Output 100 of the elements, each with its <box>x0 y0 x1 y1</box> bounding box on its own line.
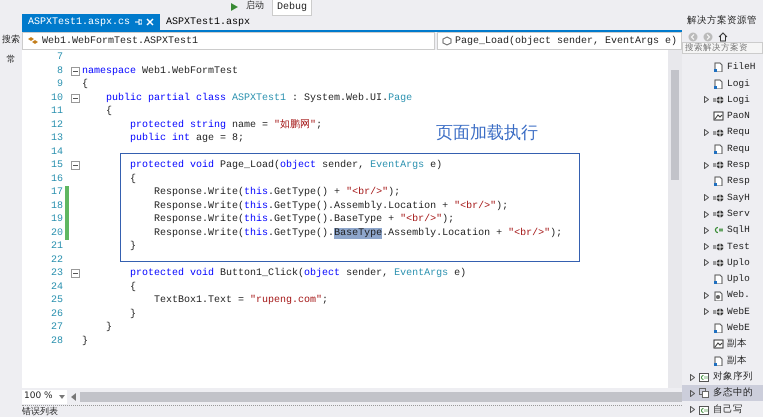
web-form-icon <box>713 209 724 220</box>
page-icon <box>713 356 724 366</box>
config-file-icon <box>713 290 724 301</box>
line-number: 23 <box>50 267 64 282</box>
csharp-project-icon <box>699 372 710 382</box>
line-number: 27 <box>50 321 64 336</box>
tree-item[interactable]: 副本 <box>682 352 763 369</box>
tree-item[interactable]: Serv <box>682 206 763 222</box>
annotation-text: 页面加载执行 <box>436 122 538 145</box>
collapse-icon[interactable] <box>71 94 80 103</box>
collapse-icon[interactable] <box>71 161 80 170</box>
code-line: Response.Write(this.GetType().BaseType + "<br/>"); <box>153 212 454 228</box>
tree-item[interactable]: Logi <box>682 76 763 92</box>
tree-item[interactable]: PaoN <box>682 108 763 124</box>
side-tab-label[interactable]: 常 <box>6 54 16 67</box>
page-icon <box>713 78 724 89</box>
method-icon <box>442 36 452 46</box>
line-number: 21 <box>50 240 64 254</box>
line-number: 22 <box>50 254 64 268</box>
line-number: 25 <box>50 294 64 308</box>
tree-item[interactable]: 副本 <box>682 336 763 353</box>
line-number: 18 <box>50 200 64 214</box>
collapse-icon[interactable] <box>71 269 80 278</box>
side-tab-label[interactable]: 搜索 <box>2 34 20 48</box>
line-number: 20 <box>50 226 64 241</box>
scroll-left-icon <box>71 392 76 400</box>
start-label[interactable]: 启动 <box>246 0 264 14</box>
tree-item[interactable]: 多态中的 <box>682 385 763 402</box>
code-line: } <box>82 334 88 349</box>
tree-item[interactable]: Web. <box>682 287 763 304</box>
code-line: } <box>129 240 136 254</box>
class-dropdown[interactable]: Web1.WebFormTest.ASPXTest1 <box>22 32 435 50</box>
line-number: 11 <box>50 105 64 120</box>
page-icon <box>713 274 724 284</box>
line-number: 19 <box>50 213 64 228</box>
collapse-icon[interactable] <box>71 66 80 76</box>
caret-icon <box>59 394 65 398</box>
code-line: Response.Write(this.GetType() + "<br/>"); <box>153 186 400 200</box>
code-line: { <box>105 104 112 120</box>
horizontal-scrollbar[interactable] <box>80 392 682 402</box>
code-line: public partial class ASPXTest1 : System.Web.UI.Page <box>105 92 412 106</box>
web-form-icon <box>713 160 724 170</box>
member-dropdown[interactable]: Page_Load(object sender, EventArgs e) <box>436 32 682 50</box>
web-form-icon <box>713 94 724 105</box>
line-number: 9 <box>56 78 64 92</box>
code-line: public int age = 8; <box>129 132 244 146</box>
document-tab[interactable]: ASPXTest1.aspx.cs <box>22 14 160 30</box>
tree-item[interactable]: FileH <box>682 59 763 76</box>
zoom-dropdown[interactable]: 100 % <box>22 390 67 404</box>
tree-item[interactable]: Uplo <box>682 254 763 272</box>
panel-title: 解决方案资源管 <box>686 14 758 28</box>
back-icon <box>688 32 698 42</box>
line-number: 26 <box>50 308 64 322</box>
code-line: } <box>129 308 136 322</box>
tree-item[interactable]: Resp <box>682 157 763 174</box>
panel-title: 错误列表 <box>22 407 58 417</box>
tree-item[interactable]: SayH <box>682 190 763 206</box>
tree-item[interactable]: Logi <box>682 92 763 108</box>
web-form-icon <box>713 258 724 268</box>
code-line: protected string name = "如鹏网"; <box>129 118 322 132</box>
home-icon <box>718 32 728 42</box>
page-icon <box>713 176 724 186</box>
tree-item[interactable]: Requ <box>682 124 763 141</box>
project-icon <box>699 388 710 398</box>
tree-item[interactable]: Test <box>682 238 763 255</box>
vertical-scrollbar[interactable] <box>668 50 682 388</box>
play-icon <box>230 3 238 11</box>
tree-item[interactable]: Uplo <box>682 271 763 288</box>
page-icon <box>713 323 724 334</box>
web-form-icon <box>713 128 724 138</box>
code-line: { <box>129 280 136 295</box>
code-line: protected void Page_Load(object sender, EventArgs e) <box>129 158 442 174</box>
code-line: TextBox1.Text = "rupeng.com"; <box>153 294 328 308</box>
tree-item[interactable]: Requ <box>682 140 763 158</box>
document-tab[interactable]: ASPXTest1.aspx <box>160 14 256 30</box>
line-number: 14 <box>50 146 64 160</box>
tree-item[interactable]: WebE <box>682 320 763 336</box>
tree-item[interactable]: SqlH <box>682 222 763 239</box>
tree-item[interactable]: 自己写 <box>682 401 763 417</box>
tree-item[interactable]: 对象序列 <box>682 368 763 386</box>
page-icon <box>713 62 724 72</box>
tree-item[interactable]: Resp <box>682 173 763 190</box>
line-number: 16 <box>50 172 64 187</box>
line-number: 15 <box>50 159 64 174</box>
code-line: { <box>82 78 88 92</box>
code-line: Response.Write(this.GetType().BaseType.Assembly.Location + "<br/>"); <box>153 226 562 241</box>
code-line: { <box>129 172 136 187</box>
line-number: 12 <box>50 118 64 133</box>
line-number: 8 <box>56 64 64 79</box>
line-number: 17 <box>50 186 64 200</box>
code-line: namespace Web1.WebFormTest <box>82 64 238 78</box>
forward-icon <box>703 32 713 42</box>
web-form-icon <box>713 192 724 203</box>
web-form-icon <box>713 306 724 317</box>
csharp-project-icon <box>699 404 710 415</box>
config-dropdown[interactable]: Debug <box>272 0 312 16</box>
line-number: 28 <box>50 334 64 349</box>
code-line: protected void Button1_Click(object sender, EventArgs e) <box>129 266 466 282</box>
tree-item[interactable]: WebE <box>682 304 763 320</box>
search-field[interactable]: 搜索解决方案资 <box>682 42 763 54</box>
